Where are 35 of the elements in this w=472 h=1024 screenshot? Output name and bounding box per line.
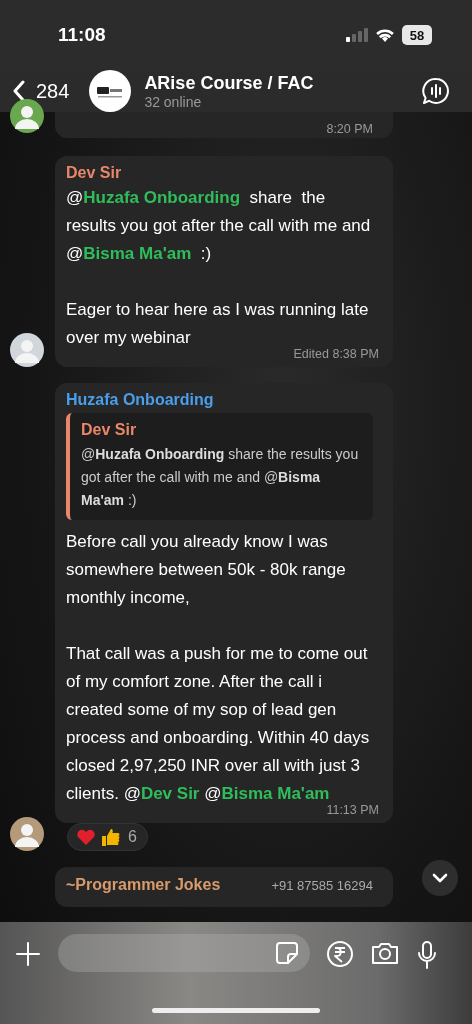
sender-name[interactable]: ~Programmer Jokes [66,876,221,894]
sticker-icon[interactable] [274,940,300,966]
quoted-sender: Dev Sir [81,421,138,439]
camera-icon[interactable] [370,940,400,966]
sender-name[interactable]: Huzafa Onboarding [66,391,373,409]
wifi-icon [375,27,395,43]
scroll-down-button[interactable] [422,860,458,896]
chat-title: ARise Course / FAC [144,72,315,94]
message-time: 11:13 PM [325,803,379,817]
message-input-field[interactable] [58,934,310,972]
quoted-message[interactable]: Dev Sir @Huzafa Onboarding share the results you got after the call with me and @Bisma Ma'am :) [66,413,373,520]
avatar[interactable] [10,99,44,133]
message-time: Edited 8:38 PM [292,347,379,361]
message-text: Before call you already know I was somewhere between 50k - 80k range monthly income, That call was a push for me to come out of my comfort zone. After the call i created some of my sop of lead gen process and onboarding. Within 40 days closed 2,97,250 INR over all with just 3 clients. @Dev Sir @Bisma Ma'am [66,531,371,805]
heart-icon [76,828,96,846]
signal-icon [346,28,368,42]
quoted-text: @Huzafa Onboarding share the results you got after the call with me and @Bisma Ma'am :) [81,445,360,510]
sender-name[interactable]: Dev Sir [66,164,373,182]
battery-icon: 58 [402,25,432,45]
group-avatar[interactable] [89,70,132,112]
clock-time: 11:08 [58,24,106,46]
avatar[interactable] [10,333,44,367]
plus-icon[interactable] [14,940,42,968]
thumbs-up-icon [100,827,120,847]
message-time: 8:20 PM [326,122,373,136]
voice-chat-icon[interactable] [422,77,450,105]
online-count: 32 online [144,93,203,110]
back-button[interactable]: 284 [12,79,70,103]
microphone-icon[interactable] [416,940,438,970]
avatar[interactable] [10,817,44,851]
reactions-pill[interactable]: 6 [67,823,148,851]
message-text: @Huzafa Onboarding share the results you got after the call with me and @Bisma Ma'am :) Eager to hear here as I was running late over my webinar [66,187,372,349]
phone-number: +91 87585 16294 [271,878,373,893]
rupee-icon[interactable] [326,940,354,968]
chevron-left-icon [12,80,26,102]
